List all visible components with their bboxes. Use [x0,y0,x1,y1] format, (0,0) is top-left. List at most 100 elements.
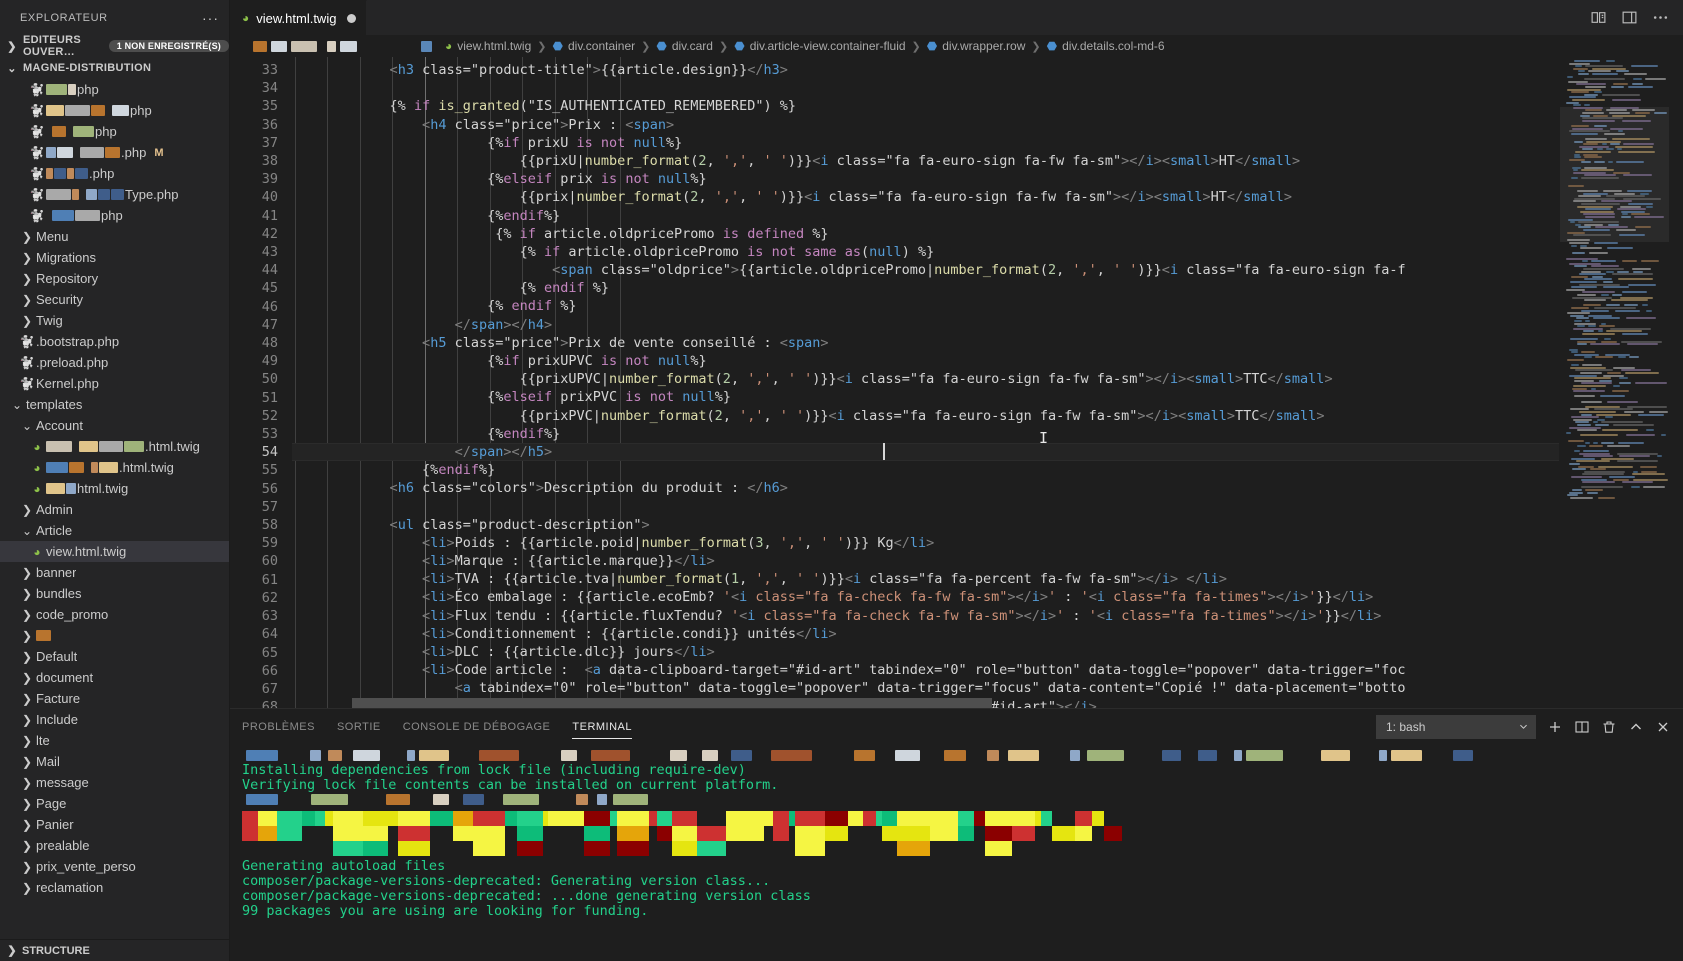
tree-folder-include[interactable]: ❯ Include [0,709,229,730]
code-line[interactable]: <h3 class="product-title">{{article.desi… [292,61,1559,79]
tree-file-php[interactable]: 🐩 php [0,100,229,121]
tree-file-type-php[interactable]: 🐩 Type.php [0,184,229,205]
tree-file-php[interactable]: 🐩 php [0,121,229,142]
code-line[interactable]: {%endif%} [292,461,1559,479]
breadcrumb-item-div-card[interactable]: ⬣ div.card [656,39,713,53]
code-line[interactable]: {%elseif prix is not null%} [292,170,1559,188]
tree-file--php[interactable]: 🐩 .php [0,163,229,184]
split-editor-icon[interactable] [1590,9,1607,26]
vertical-scrollbar[interactable] [1669,57,1683,708]
code-line[interactable]: <li>Marque : {{article.marque}}</li> [292,552,1559,570]
code-line[interactable]: {{prixU|number_format(2, ',', ' ')}}<i c… [292,152,1559,170]
breadcrumb-item-div-article-view-container-fluid[interactable]: ⬣ div.article-view.container-fluid [734,39,905,53]
tree-file--html-twig[interactable]: ◕ .html.twig [0,436,229,457]
code-line[interactable]: <h6 class="colors">Description du produi… [292,479,1559,497]
add-terminal-icon[interactable] [1547,719,1563,735]
tree-folder-admin[interactable]: ❯ Admin [0,499,229,520]
code-line[interactable]: {%elseif prixPVC is not null%} [292,388,1559,406]
code-line[interactable]: </span></h4> [292,316,1559,334]
code-line[interactable]: {% if article.oldpricePromo is defined %… [292,225,1559,243]
code-line[interactable]: {{prixPVC|number_format(2, ',', ' ')}}<i… [292,407,1559,425]
tree-file-kernel-php[interactable]: 🐩 Kernel.php [0,373,229,394]
code-line[interactable] [292,79,1559,97]
tree-file-php[interactable]: 🐩 php [0,205,229,226]
tree-folder-migrations[interactable]: ❯ Migrations [0,247,229,268]
tree-folder-facture[interactable]: ❯ Facture [0,688,229,709]
code-editor[interactable]: 33 34 35 36 37 38 39 40 41 42 43 44 45 46 47 48 49 50 51 52… [230,57,1683,708]
tree-folder-panier[interactable]: ❯ Panier [0,814,229,835]
panel-tab-console-de-d-bogage[interactable]: CONSOLE DE DÉBOGAGE [403,709,551,744]
horizontal-scrollbar[interactable] [292,698,1559,708]
breadcrumb-item-div-wrapper-row[interactable]: ⬣ div.wrapper.row [927,39,1026,53]
breadcrumb-item-view-html-twig[interactable]: ◕ view.html.twig [445,39,531,53]
breadcrumb-item-div-details-col-md-6[interactable]: ⬣ div.details.col-md-6 [1047,39,1165,53]
code-line[interactable]: {% endif %} [292,279,1559,297]
code-line[interactable]: </span></h5> [292,442,1559,462]
tree-folder-menu[interactable]: ❯ Menu [0,226,229,247]
code-line[interactable]: <li>Conditionnement : {{article.condi}} … [292,625,1559,643]
panel-tab-probl-mes[interactable]: PROBLÈMES [242,709,315,744]
tree-folder-prealable[interactable]: ❯ prealable [0,835,229,856]
editor-tab-view-html-twig[interactable]: ◕ view.html.twig [230,0,368,35]
outline-section-header[interactable]: ❯ STRUCTURE [0,939,229,961]
code-line[interactable]: {%if prixUPVC is not null%} [292,352,1559,370]
code-line[interactable]: {%endif%} [292,207,1559,225]
code-line[interactable]: <li>Code article : <a data-clipboard-tar… [292,661,1559,679]
open-editors-section[interactable]: ❯ ÉDITEURS OUVER… 1 NON ENREGISTRÉ(S) [0,35,229,58]
project-root-section[interactable]: ⌄ MAGNE-DISTRIBUTION [0,57,229,79]
tree-folder-banner[interactable]: ❯ banner [0,562,229,583]
code-line[interactable]: <h5 class="price">Prix de vente conseill… [292,334,1559,352]
breadcrumb[interactable]: ◕ view.html.twig ❯ ⬣ div.container ❯ ⬣ div.card… [230,35,1683,57]
tree-folder-account[interactable]: ⌄ Account [0,415,229,436]
terminal-output[interactable]: Installing dependencies from lock file (… [230,744,1683,961]
panel-tab-sortie[interactable]: SORTIE [337,709,381,744]
tree-file--preload-php[interactable]: 🐩 .preload.php [0,352,229,373]
tree-folder-page[interactable]: ❯ Page [0,793,229,814]
tree-file--html-twig[interactable]: ◕ .html.twig [0,457,229,478]
close-icon[interactable] [1655,719,1671,735]
minimap[interactable] [1559,57,1669,708]
code-line[interactable]: <span class="oldprice">{{article.oldpric… [292,261,1559,279]
horizontal-scrollbar-thumb[interactable] [352,698,992,708]
tree-file-view-html-twig[interactable]: ◕ view.html.twig [0,541,229,562]
tree-folder-message[interactable]: ❯ message [0,772,229,793]
panel-tabs[interactable]: PROBLÈMES SORTIE CONSOLE DE DÉBOGAGE TERMIN… [242,709,632,744]
code-line[interactable]: <ul class="product-description"> [292,516,1559,534]
kill-terminal-icon[interactable] [1601,719,1617,735]
tree-folder-default[interactable]: ❯ Default [0,646,229,667]
tree-folder-document[interactable]: ❯ document [0,667,229,688]
tree-folder-redacted[interactable]: ❯ [0,625,229,646]
code-line[interactable]: <a tabindex="0" role="button" data-toggl… [292,679,1559,697]
code-line[interactable]: <li>Éco embalage : {{article.ecoEmb? '<i… [292,588,1559,606]
tree-folder-lte[interactable]: ❯ lte [0,730,229,751]
code-line[interactable] [292,498,1559,516]
tree-folder-prix-vente-perso[interactable]: ❯ prix_vente_perso [0,856,229,877]
terminal-selector-dropdown[interactable]: 1: bash [1376,714,1536,739]
tree-file--bootstrap-php[interactable]: 🐩 .bootstrap.php [0,331,229,352]
unsaved-indicator-icon[interactable] [347,13,357,23]
tree-folder-mail[interactable]: ❯ Mail [0,751,229,772]
tree-folder-templates[interactable]: ⌄ templates [0,394,229,415]
more-actions-icon[interactable] [1652,9,1669,26]
code-line[interactable]: {% if article.oldpricePromo is not same … [292,243,1559,261]
code-line[interactable]: <li>Flux tendu : {{article.fluxTendu? '<… [292,607,1559,625]
layout-icon[interactable] [1621,9,1638,26]
tree-folder-repository[interactable]: ❯ Repository [0,268,229,289]
code-line[interactable]: <h4 class="price">Prix : <span> [292,116,1559,134]
tree-folder-twig[interactable]: ❯ Twig [0,310,229,331]
split-terminal-icon[interactable] [1574,719,1590,735]
code-line[interactable]: {% if is_granted("IS_AUTHENTICATED_REMEM… [292,97,1559,115]
tree-folder-security[interactable]: ❯ Security [0,289,229,310]
file-tree[interactable]: ❯ ÉDITEURS OUVER… 1 NON ENREGISTRÉ(S) ⌄ MAGN… [0,35,229,939]
code-content[interactable]: <h3 class="product-title">{{article.desi… [292,57,1559,708]
tree-file--php[interactable]: 🐩 .php M [0,142,229,163]
tree-file-php[interactable]: 🐩 php [0,79,229,100]
code-line[interactable]: {%endif%} [292,425,1559,443]
more-actions-icon[interactable]: ··· [202,11,219,25]
code-line[interactable]: {{prix|number_format(2, ',', ' ')}}<i cl… [292,188,1559,206]
code-line[interactable]: {{prixUPVC|number_format(2, ',', ' ')}}<… [292,370,1559,388]
tree-folder-code-promo[interactable]: ❯ code_promo [0,604,229,625]
code-line[interactable]: <li>Poids : {{article.poid|number_format… [292,534,1559,552]
tree-file-html-twig[interactable]: ◕ html.twig [0,478,229,499]
tree-folder-reclamation[interactable]: ❯ reclamation [0,877,229,898]
